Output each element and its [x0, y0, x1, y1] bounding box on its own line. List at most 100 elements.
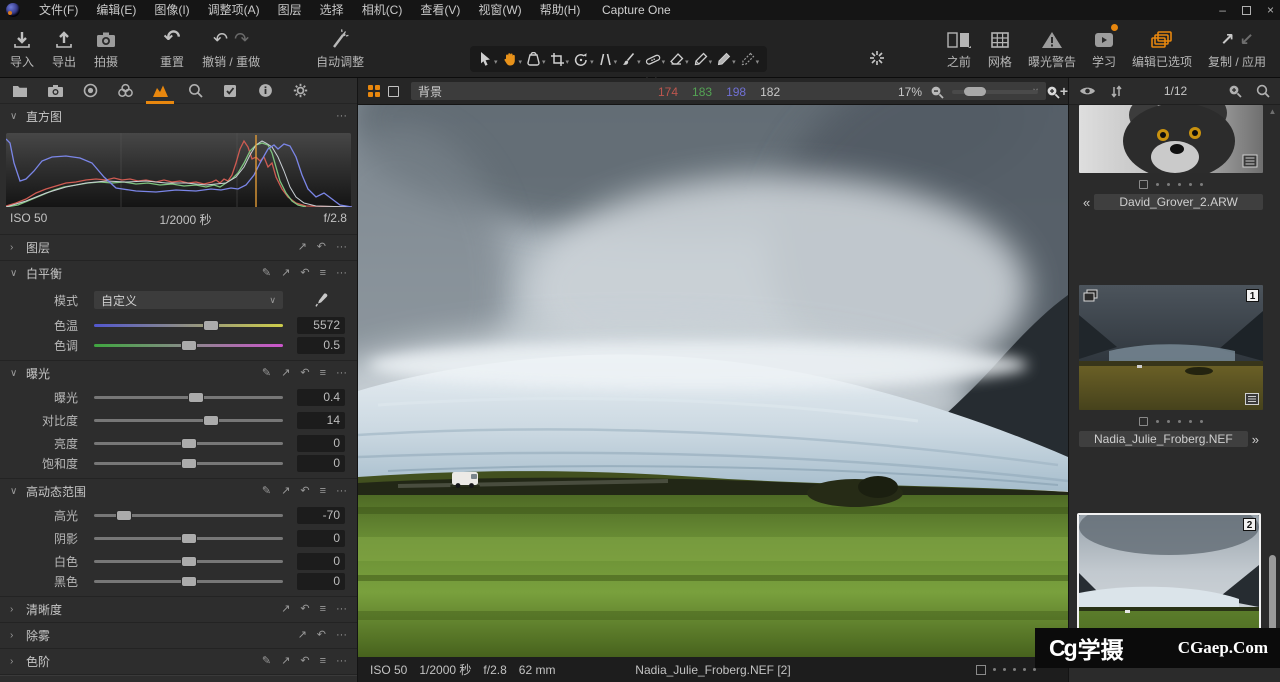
chevron-right-icon[interactable]: › — [10, 630, 22, 641]
erase-mask-tool[interactable]: ▾ — [740, 52, 760, 67]
menu-select[interactable]: 选择 — [311, 0, 353, 20]
reset-adjustment-icon[interactable]: ↶ — [317, 242, 326, 253]
preset-menu-icon[interactable]: ≡ — [320, 368, 326, 379]
menu-file[interactable]: 文件(F) — [30, 0, 87, 20]
pick-levels-icon[interactable]: ✎ — [262, 656, 271, 667]
chevron-down-icon[interactable]: ∨ — [10, 486, 22, 497]
more-icon[interactable]: ··· — [336, 656, 347, 667]
kelvin-value[interactable]: 5572 — [297, 317, 345, 334]
rating-strip[interactable] — [1079, 177, 1263, 191]
brush-tool[interactable]: ▾ — [621, 52, 641, 67]
thumbnail-item[interactable]: « David_Grover_2.ARW — [1079, 105, 1263, 210]
undo-icon[interactable]: ↶ — [213, 29, 228, 50]
exposure-slider[interactable] — [94, 392, 283, 403]
tab-library[interactable] — [6, 78, 34, 104]
minimize-button[interactable]: – — [1219, 3, 1226, 17]
color-tag-checkbox[interactable] — [976, 665, 986, 675]
more-icon[interactable]: ··· — [336, 630, 347, 641]
collapse-left-icon[interactable]: « — [1079, 195, 1094, 210]
wb-eyedropper-icon[interactable] — [297, 293, 345, 308]
pick-wb-icon[interactable]: ✎ — [262, 268, 271, 279]
tab-settings[interactable] — [286, 78, 314, 104]
chevron-down-icon[interactable]: ∨ — [10, 111, 22, 122]
speedmask-icon[interactable] — [868, 49, 886, 67]
preset-menu-icon[interactable]: ≡ — [320, 604, 326, 615]
chevron-down-icon[interactable]: ∨ — [10, 268, 22, 279]
zoom-level[interactable]: 17% — [898, 85, 922, 99]
menu-help[interactable]: 帮助(H) — [531, 0, 590, 20]
keystone-tool[interactable]: ▾ — [598, 52, 618, 67]
more-icon[interactable]: ··· — [336, 268, 347, 279]
tint-value[interactable]: 0.5 — [297, 337, 345, 354]
shadows-value[interactable]: 0 — [297, 530, 345, 547]
search-icon[interactable] — [1256, 84, 1270, 98]
whites-slider[interactable] — [94, 556, 283, 567]
heal-tool[interactable]: ▾ — [645, 52, 666, 67]
menu-camera[interactable]: 相机(C) — [353, 0, 412, 20]
menu-adjustments[interactable]: 调整项(A) — [199, 0, 269, 20]
undo-redo-button[interactable]: ↶ ↷ 撤销 / 重做 — [202, 26, 260, 70]
copy-adjustment-icon[interactable]: ↗ — [281, 604, 290, 615]
thumb-zoom-icon[interactable] — [1228, 84, 1242, 98]
zoom-in-icon[interactable] — [1046, 85, 1060, 99]
whites-value[interactable]: 0 — [297, 553, 345, 570]
saturation-slider[interactable] — [94, 458, 283, 469]
more-icon[interactable]: ··· — [336, 368, 347, 379]
chevron-right-icon[interactable]: › — [10, 242, 22, 253]
reset-adjustment-icon[interactable]: ↶ — [317, 630, 326, 641]
scroll-up-icon[interactable]: ▲ — [1268, 107, 1277, 116]
preset-menu-icon[interactable]: ≡ — [320, 268, 326, 279]
wb-mode-select[interactable]: 自定义 ∨ — [94, 291, 283, 309]
magic-brush-tool[interactable]: ▾ — [716, 52, 736, 67]
reset-adjustment-icon[interactable]: ↶ — [300, 486, 309, 497]
rating-strip[interactable] — [1079, 414, 1263, 428]
chevron-right-icon[interactable]: › — [10, 656, 22, 667]
reset-button[interactable]: ↶ 重置 — [160, 26, 184, 70]
crop-tool[interactable]: ▾ — [550, 52, 570, 67]
copy-adjustment-icon[interactable]: ↗ — [298, 242, 307, 253]
export-button[interactable]: 导出 — [52, 26, 76, 70]
redo-icon[interactable]: ↷ — [234, 29, 249, 50]
pan-tool-active[interactable]: ▾ — [502, 51, 523, 67]
exposure-warning-button[interactable]: 曝光警告 — [1028, 26, 1076, 70]
edit-selected-button[interactable]: 编辑已选项 — [1132, 26, 1192, 70]
brush-adjustment-icon[interactable]: ✎ — [262, 368, 271, 379]
tab-metadata[interactable] — [216, 78, 244, 104]
brightness-value[interactable]: 0 — [297, 435, 345, 452]
menu-window[interactable]: 视窗(W) — [469, 0, 530, 20]
expand-right-icon[interactable]: » — [1248, 432, 1263, 447]
copy-adjustment-icon[interactable]: ↗ — [281, 656, 290, 667]
highlights-value[interactable]: -70 — [297, 507, 345, 524]
grid-button[interactable]: 网格 — [988, 26, 1012, 70]
eye-filter-icon[interactable] — [1079, 85, 1096, 97]
sort-icon[interactable] — [1110, 85, 1123, 98]
close-button[interactable]: × — [1267, 3, 1274, 17]
copy-apply-button[interactable]: ↗ ↙ 复制 / 应用 — [1208, 26, 1266, 70]
exposure-value[interactable]: 0.4 — [297, 389, 345, 406]
more-icon[interactable]: ··· — [336, 604, 347, 615]
tint-slider[interactable] — [94, 340, 283, 351]
auto-adjust-button[interactable]: 自动调整 — [316, 26, 364, 70]
pointer-tool[interactable]: ▾ — [478, 51, 498, 67]
loupe-tool[interactable]: ▾ — [526, 52, 546, 67]
main-image[interactable] — [358, 105, 1068, 657]
add-view-icon[interactable]: + — [1060, 83, 1068, 99]
thumb-filename[interactable]: David_Grover_2.ARW — [1094, 194, 1263, 210]
single-view-icon[interactable] — [388, 86, 399, 97]
zoom-out-icon[interactable] — [930, 85, 944, 99]
tab-info[interactable] — [251, 78, 279, 104]
eraser-tool[interactable]: ▾ — [669, 52, 689, 67]
capture-button[interactable]: 拍摄 — [94, 26, 118, 70]
zoom-slider[interactable] — [952, 87, 1038, 97]
saturation-value[interactable]: 0 — [297, 455, 345, 472]
kelvin-slider[interactable] — [94, 320, 283, 331]
more-icon[interactable]: ··· — [336, 486, 347, 497]
tab-details[interactable] — [181, 78, 209, 104]
copy-adjustment-icon[interactable]: ↗ — [281, 368, 290, 379]
reset-adjustment-icon[interactable]: ↶ — [300, 656, 309, 667]
menu-edit[interactable]: 编辑(E) — [87, 0, 145, 20]
more-icon[interactable]: ··· — [336, 111, 347, 122]
menu-view[interactable]: 查看(V) — [411, 0, 469, 20]
tab-lens[interactable] — [76, 78, 104, 104]
more-icon[interactable]: ··· — [336, 242, 347, 253]
